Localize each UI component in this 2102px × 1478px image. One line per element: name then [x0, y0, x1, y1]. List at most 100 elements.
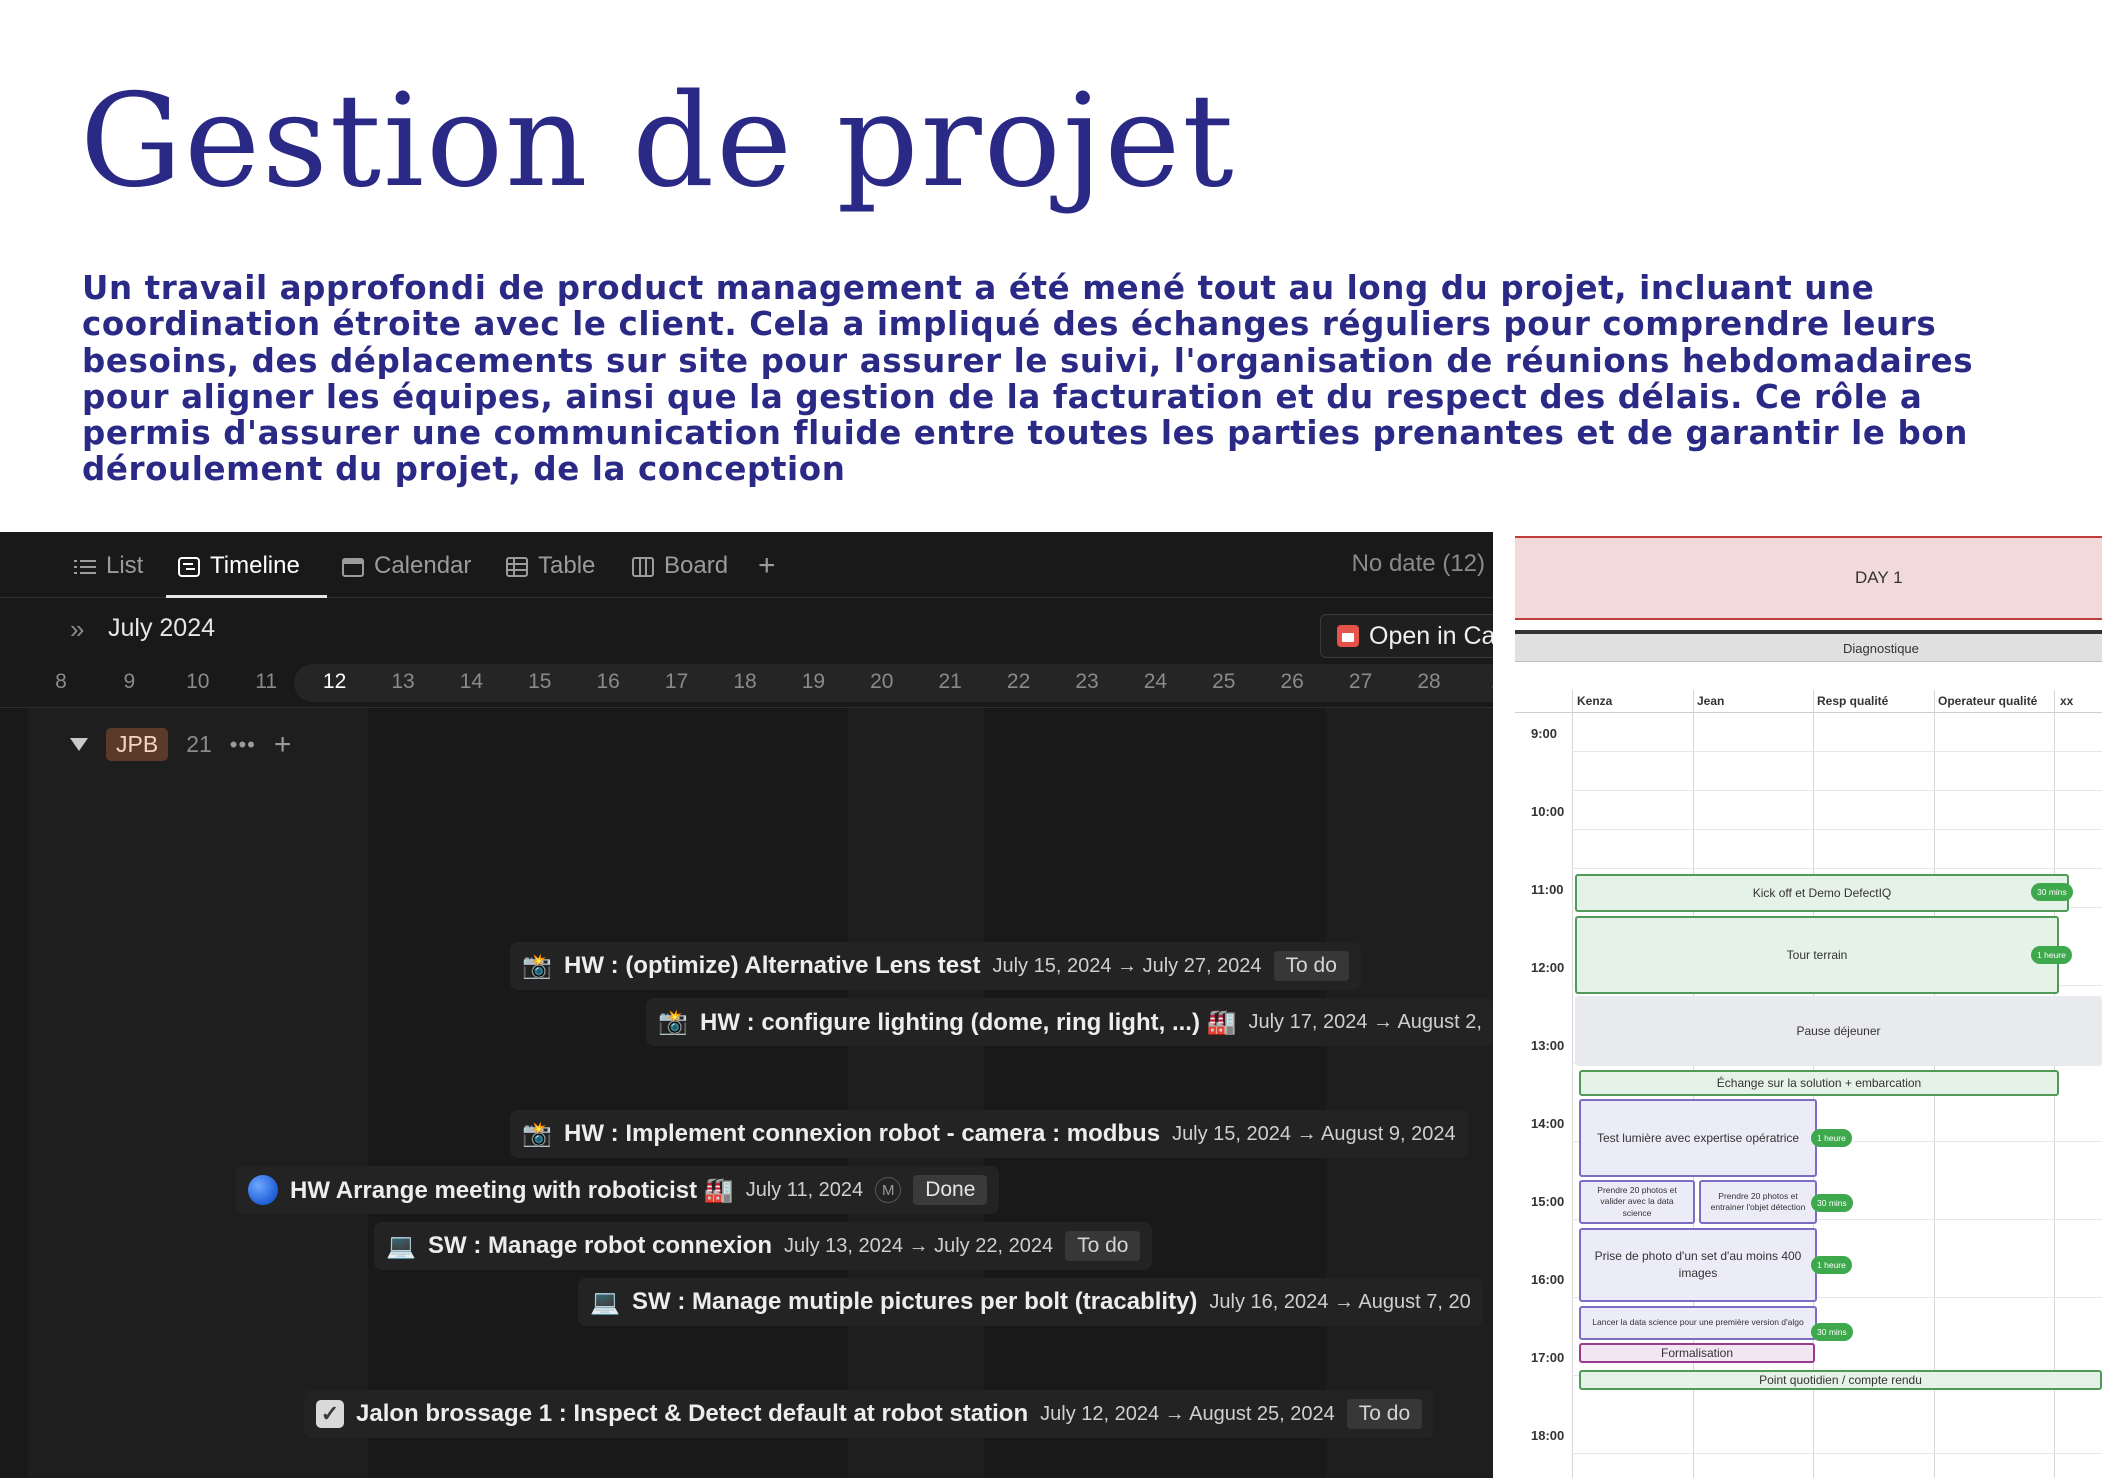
intro-paragraph: Un travail approfondi de product managem…: [82, 270, 1974, 489]
tab-timeline[interactable]: Timeline: [178, 550, 300, 582]
open-button-label: Open in Ca: [1369, 621, 1493, 650]
avatar[interactable]: M: [875, 1177, 902, 1203]
day-number: 28: [1417, 670, 1441, 693]
add-view-button[interactable]: +: [758, 549, 776, 582]
table-icon: [506, 556, 528, 577]
event-formalisation[interactable]: Formalisation: [1579, 1343, 1815, 1363]
event-kickoff[interactable]: Kick off et Demo DefectIQ: [1575, 874, 2069, 912]
status-badge[interactable]: To do: [1346, 1399, 1423, 1429]
day-number: 19: [801, 670, 826, 693]
more-options-icon[interactable]: •••: [230, 732, 256, 758]
day-number: 12: [322, 670, 347, 693]
column-header: xx: [2060, 694, 2074, 708]
day-number: 10: [186, 670, 210, 693]
laptop-icon: 💻: [386, 1232, 416, 1260]
status-badge[interactable]: To do: [1065, 1231, 1141, 1261]
month-row: » July 2024: [0, 598, 1493, 660]
day-number: 24: [1143, 670, 1168, 693]
tab-table[interactable]: Table: [506, 550, 595, 582]
grid-line: [1572, 790, 2102, 791]
event-lunch[interactable]: Pause déjeuner: [1575, 996, 2102, 1066]
task-bar[interactable]: 💻 SW : Manage mutiple pictures per bolt …: [578, 1278, 1483, 1326]
event-photos-b[interactable]: Prendre 20 photos et entrainer l'objet d…: [1699, 1180, 1817, 1224]
grid-line: [1572, 751, 2102, 752]
task-dates: July 15, 2024 → August 9, 2024: [1172, 1122, 1456, 1145]
tab-board[interactable]: Board: [632, 550, 728, 582]
day-number: 13: [391, 670, 415, 693]
weekend-shade: [848, 708, 984, 1478]
double-chevron-icon[interactable]: »: [70, 614, 84, 645]
open-in-calendar-button[interactable]: Open in Ca: [1320, 614, 1493, 658]
grid-line: [1572, 829, 2102, 830]
event-photos-a[interactable]: Prendre 20 photos et valider avec la dat…: [1579, 1180, 1695, 1224]
day-number: 25: [1212, 670, 1236, 693]
task-bar[interactable]: HW Arrange meeting with roboticist 🏭 Jul…: [236, 1166, 1000, 1214]
time-label: 11:00: [1531, 882, 1564, 897]
task-title: HW : (optimize) Alternative Lens test: [564, 952, 981, 979]
event-light-test[interactable]: Test lumière avec expertise opératrice: [1579, 1099, 1817, 1177]
task-dates: July 17, 2024 → August 2,: [1248, 1010, 1482, 1033]
weekend-shade: [28, 708, 368, 1478]
section-label: Diagnostique: [1843, 641, 1919, 656]
day-number: 15: [528, 670, 552, 693]
days-row: 8 9 10 11 12 13 14 15 16 17 18 19 20 21 22 23 24 25 26 27 28…: [0, 660, 1493, 708]
day-schedule-panel: DAY 1 Diagnostique Kenza Jean Resp quali…: [1515, 536, 2102, 1478]
timeline-panel: List Timeline Calendar Table Board + No …: [0, 532, 1493, 1478]
event-exchange[interactable]: Échange sur la solution + embarcation: [1579, 1070, 2059, 1096]
calendar-app-icon: [1337, 625, 1359, 647]
tab-label: Timeline: [210, 552, 300, 579]
tab-label: Table: [538, 552, 596, 579]
time-label: 17:00: [1531, 1350, 1565, 1365]
task-dates: July 12, 2024 → August 25, 2024: [1040, 1402, 1335, 1425]
task-dates: July 16, 2024 → August 7, 20: [1209, 1290, 1471, 1313]
task-bar[interactable]: 📸 HW : (optimize) Alternative Lens test …: [510, 942, 1361, 990]
day-number: 2: [1472, 670, 1493, 694]
group-count: 21: [186, 731, 212, 757]
list-icon: [74, 556, 96, 576]
event-photo-400[interactable]: Prise de photo d'un set d'au moins 400 i…: [1579, 1228, 1817, 1302]
day-number: 21: [938, 670, 962, 693]
section-bar: Diagnostique: [1515, 634, 2102, 662]
task-title: HW : configure lighting (dome, ring ligh…: [700, 1008, 1237, 1036]
status-badge[interactable]: To do: [1273, 951, 1349, 981]
duration-pill: 1 heure: [2031, 946, 2072, 964]
day-number: 16: [596, 670, 620, 693]
event-daily[interactable]: Point quotidien / compte rendu: [1579, 1370, 2102, 1390]
day-number: 11: [255, 670, 278, 693]
grid-line: [1572, 868, 2102, 869]
grid-line: [1572, 690, 1573, 1478]
task-bar[interactable]: 📸 HW : configure lighting (dome, ring li…: [646, 998, 1493, 1046]
time-label: 10:00: [1531, 804, 1565, 819]
task-bar[interactable]: ✓ Jalon brossage 1 : Inspect & Detect de…: [304, 1390, 1435, 1438]
grid-line: [1572, 1453, 2102, 1454]
task-bar[interactable]: 📸 HW : Implement connexion robot - camer…: [510, 1110, 1468, 1158]
no-date-button[interactable]: No date (12): [1352, 550, 1485, 578]
event-ds-launch[interactable]: Lancer la data science pour une première…: [1579, 1306, 1817, 1340]
status-badge[interactable]: Done: [913, 1175, 988, 1205]
collapse-triangle-icon[interactable]: [70, 738, 88, 751]
duration-pill: 30 mins: [1811, 1194, 1853, 1212]
task-title: SW : Manage robot connexion: [428, 1232, 773, 1259]
day-number: 18: [733, 670, 757, 693]
day-number: 22: [1006, 670, 1031, 693]
divider: [1515, 712, 2102, 713]
event-tour[interactable]: Tour terrain: [1575, 916, 2059, 994]
group-row: JPB 21 ••• +: [70, 728, 291, 761]
day-number: 9: [123, 670, 136, 693]
task-title: HW Arrange meeting with roboticist 🏭: [290, 1176, 734, 1204]
time-label: 13:00: [1531, 1038, 1565, 1053]
tab-calendar[interactable]: Calendar: [342, 550, 471, 582]
checkbox-icon: ✓: [316, 1400, 344, 1428]
month-label: July 2024: [108, 614, 216, 642]
tab-list[interactable]: List: [74, 550, 143, 582]
laptop-icon: 💻: [590, 1288, 620, 1316]
add-item-button[interactable]: +: [274, 729, 292, 760]
task-title: SW : Manage mutiple pictures per bolt (t…: [632, 1288, 1198, 1315]
column-header: Operateur qualité: [1938, 694, 2038, 708]
task-bar[interactable]: 💻 SW : Manage robot connexion July 13, 2…: [374, 1222, 1153, 1270]
camera-icon: 📸: [658, 1008, 688, 1036]
day-number: 17: [664, 670, 689, 693]
group-tag[interactable]: JPB: [106, 728, 169, 761]
day-number: 14: [459, 670, 484, 693]
column-header: Jean: [1697, 694, 1725, 708]
